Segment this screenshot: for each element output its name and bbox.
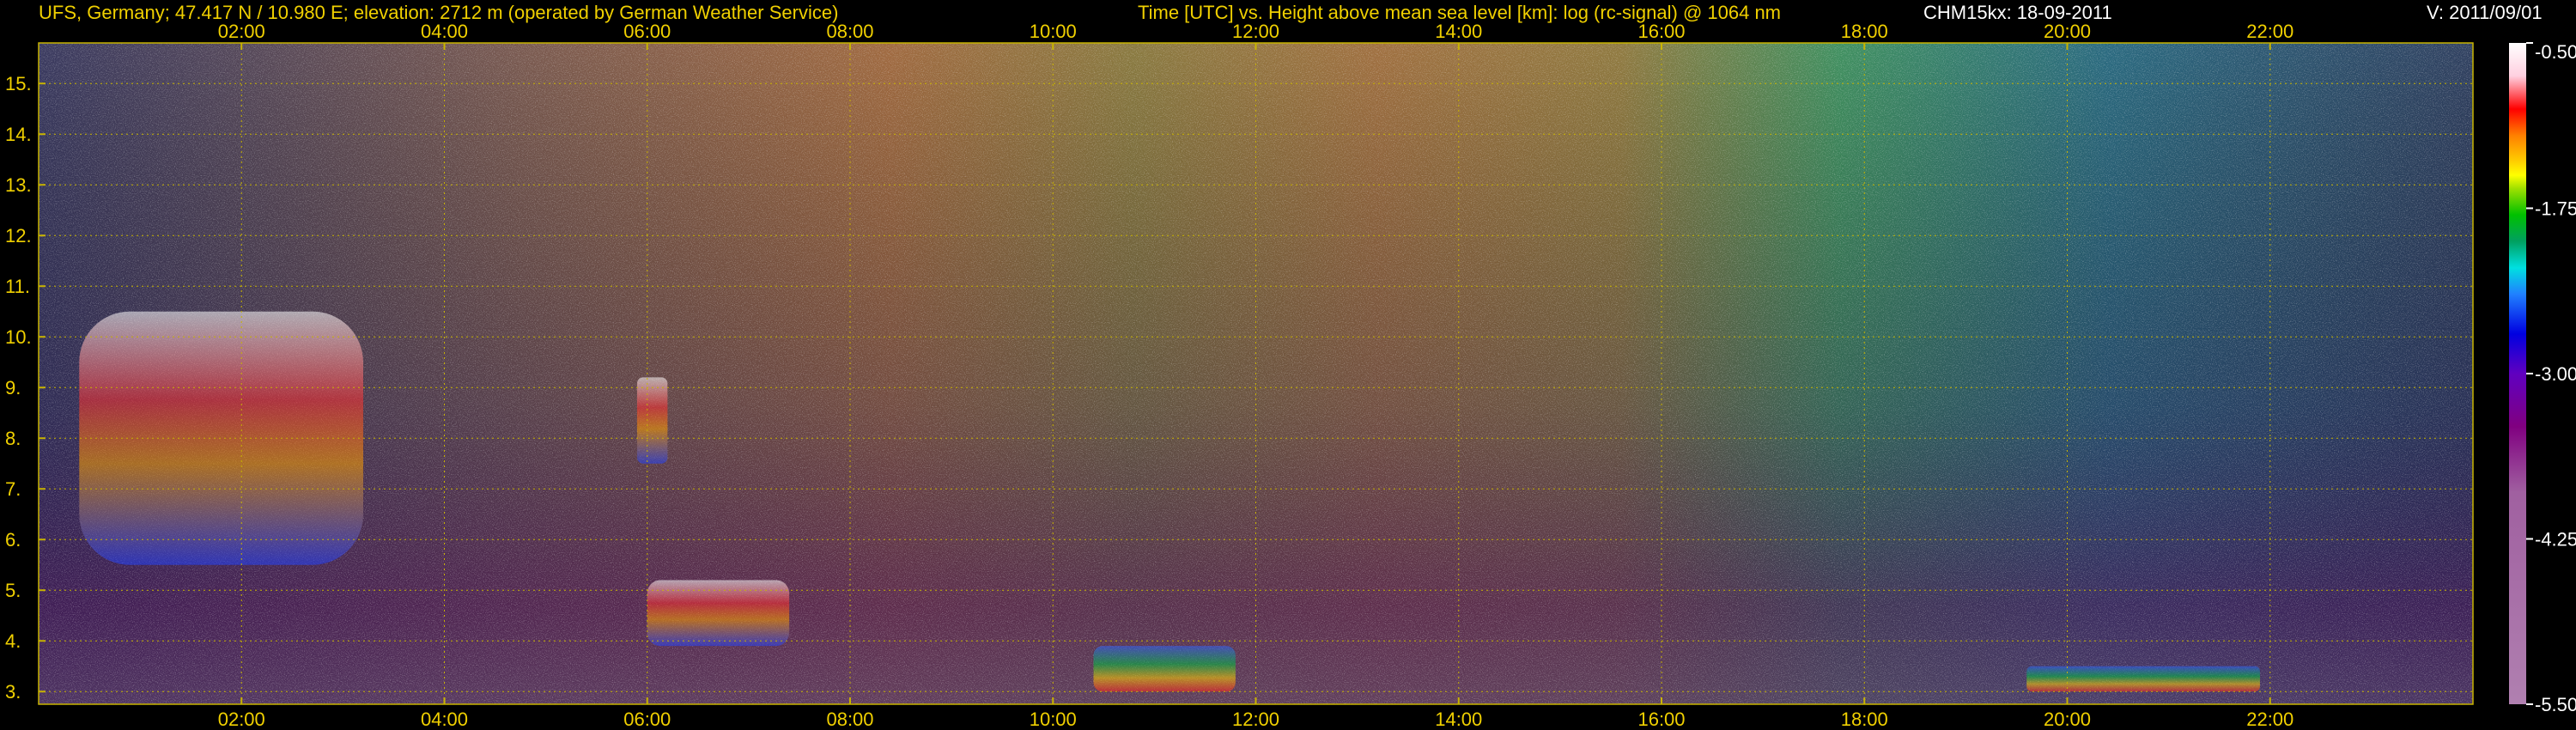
colorbar-tick-label: -0.50 (2535, 41, 2576, 63)
y-tick-label: 9. (5, 377, 21, 398)
x-tick-label: 14:00 (1435, 709, 1482, 730)
x-tick-label: 22:00 (2246, 21, 2293, 42)
x-tick-label: 12:00 (1232, 21, 1279, 42)
x-tick-label: 10:00 (1030, 709, 1077, 730)
feature-boundary-layer-aerosol-4 (2026, 666, 2260, 692)
y-tick-label: 13. (5, 174, 32, 196)
colorbar: -0.50 -1.75 -3.00 -4.25 -5.50 (2509, 41, 2576, 715)
y-tick-label: 3. (5, 681, 21, 703)
y-tick-label: 10. (5, 326, 32, 348)
x-tick-label: 14:00 (1435, 21, 1482, 42)
y-tick-label: 14. (5, 124, 32, 145)
x-tick-label: 08:00 (826, 709, 873, 730)
colorbar-tick-label: -3.00 (2535, 363, 2576, 385)
colorbar-gradient (2509, 43, 2526, 704)
y-tick-label: 15. (5, 73, 32, 94)
x-tick-label: 02:00 (218, 709, 265, 730)
colorbar-tick-label: -5.50 (2535, 694, 2576, 715)
x-tick-label: 10:00 (1030, 21, 1077, 42)
x-tick-label: 20:00 (2044, 709, 2091, 730)
y-tick-label: 5. (5, 580, 21, 601)
y-tick-label: 6. (5, 529, 21, 551)
y-tick-label: 4. (5, 630, 21, 652)
colorbar-tick-label: -4.25 (2535, 529, 2576, 551)
x-tick-label: 04:00 (421, 709, 468, 730)
x-tick-label: 16:00 (1637, 709, 1685, 730)
x-tick-label: 08:00 (826, 21, 873, 42)
feature-cirrus-1 (636, 377, 668, 464)
feature-boundary-layer-aerosol-3 (1093, 646, 1236, 692)
x-tick-label: 20:00 (2044, 21, 2091, 42)
x-tick-label: 06:00 (623, 21, 671, 42)
x-tick-label: 06:00 (623, 709, 671, 730)
plot-right-edge (2473, 43, 2490, 704)
x-tick-label: 22:00 (2246, 709, 2293, 730)
x-tick-label: 16:00 (1637, 21, 1685, 42)
y-tick-label: 8. (5, 428, 21, 449)
colorbar-tick-label: -1.75 (2535, 198, 2576, 220)
x-tick-label: 18:00 (1841, 709, 1888, 730)
ceilometer-figure: UFS, Germany; 47.417 N / 10.980 E; eleva… (5, 2, 2576, 730)
y-tick-label: 11. (5, 276, 30, 297)
x-tick-label: 02:00 (218, 21, 265, 42)
plot-area (38, 42, 2490, 705)
version-label: V: 2011/09/01 (2427, 2, 2543, 23)
x-tick-label: 18:00 (1841, 21, 1888, 42)
x-tick-label: 04:00 (421, 21, 468, 42)
x-tick-label: 12:00 (1232, 709, 1279, 730)
y-tick-label: 7. (5, 478, 21, 500)
y-tick-label: 12. (5, 225, 32, 246)
